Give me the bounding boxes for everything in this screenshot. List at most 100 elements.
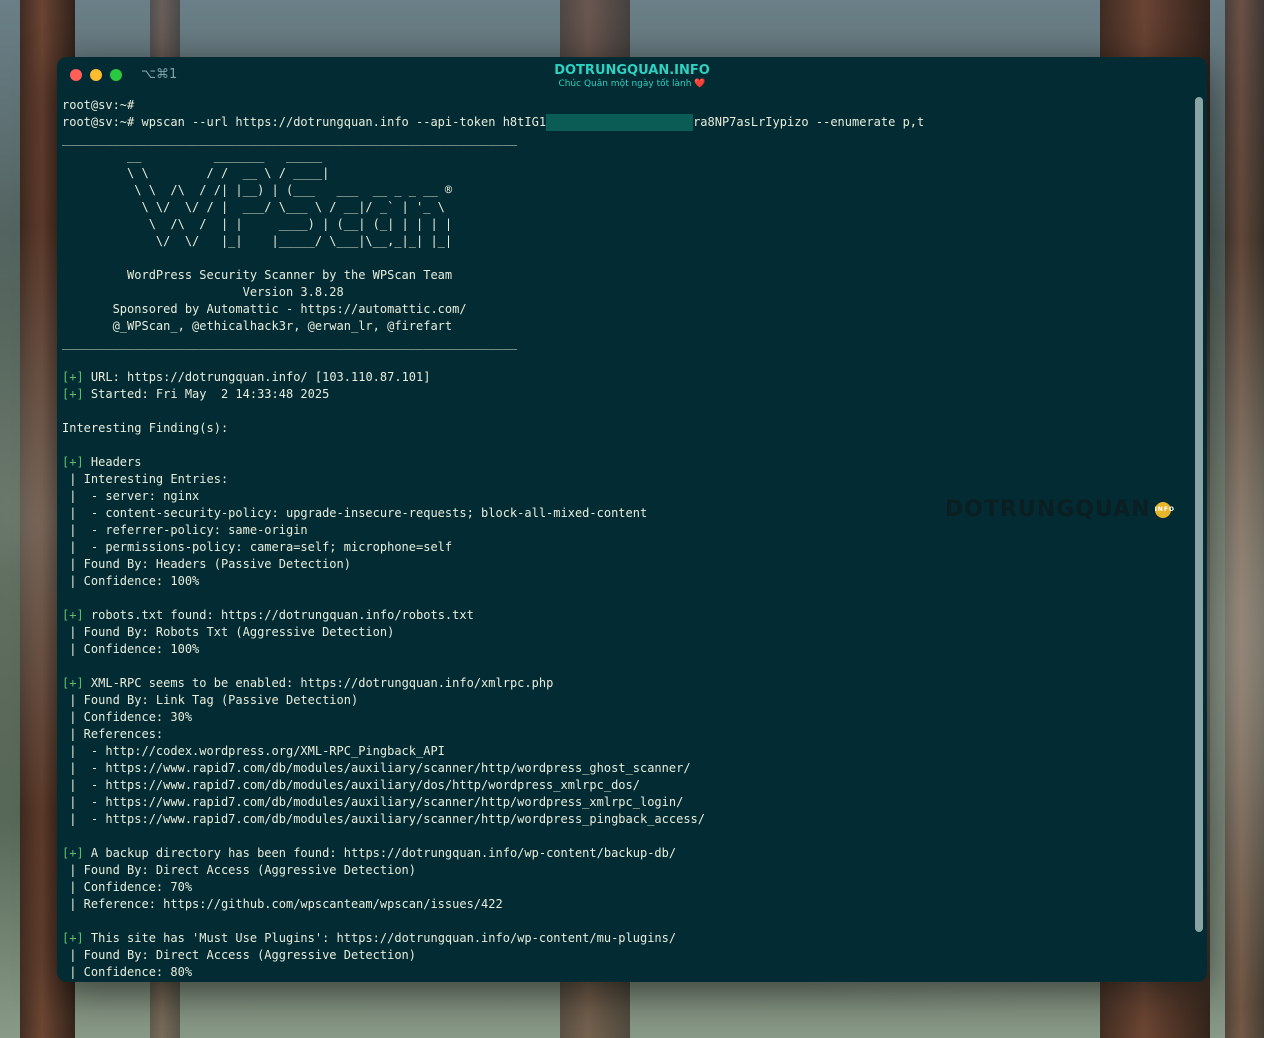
window-title: DOTRUNGQUAN.INFO — [554, 63, 710, 78]
scrollbar-thumb[interactable] — [1195, 97, 1203, 932]
terminal-line-text: Version 3.8.28 — [62, 285, 344, 299]
terminal-line: Interesting Finding(s): — [62, 420, 1187, 437]
terminal-line: \/ \/ |_| |_____/ \___|\__,_|_| |_| — [62, 233, 1187, 250]
finding-prefix: [+] — [62, 370, 84, 384]
terminal-line: | References: — [62, 726, 1187, 743]
terminal-line: ________________________________________… — [62, 131, 1187, 148]
terminal-line: | - referrer-policy: same-origin — [62, 522, 1187, 539]
terminal-line-text: | Confidence: 100% — [62, 642, 200, 656]
terminal-line: Version 3.8.28 — [62, 284, 1187, 301]
finding-prefix: [+] — [62, 608, 84, 622]
terminal-line-text: | Confidence: 70% — [62, 880, 193, 894]
terminal-line: | Confidence: 70% — [62, 879, 1187, 896]
terminal-line: ________________________________________… — [62, 335, 1187, 352]
terminal-line-text: ________________________________________… — [62, 336, 518, 350]
terminal-output[interactable]: root@sv:~# root@sv:~# wpscan --url https:… — [62, 97, 1187, 982]
terminal-line-text: robots.txt found: https://dotrungquan.in… — [83, 608, 474, 622]
terminal-line: | Found By: Link Tag (Passive Detection) — [62, 692, 1187, 709]
terminal-line-text: XML-RPC seems to be enabled: https://dot… — [83, 676, 554, 690]
terminal-line: | - permissions-policy: camera=self; mic… — [62, 539, 1187, 556]
terminal-line-text: Started: Fri May 2 14:33:48 2025 — [83, 387, 330, 401]
finding-prefix: [+] — [62, 455, 84, 469]
terminal-line: | - https://www.rapid7.com/db/modules/au… — [62, 777, 1187, 794]
title-bar[interactable]: ⌥⌘1 DOTRUNGQUAN.INFO Chúc Quân một ngày … — [57, 57, 1207, 97]
terminal-line: | Reference: https://github.com/wpscante… — [62, 896, 1187, 913]
terminal-line-text: | Confidence: 100% — [62, 574, 200, 588]
terminal-line-text: WordPress Security Scanner by the WPScan… — [62, 268, 453, 282]
terminal-line: root@sv:~# wpscan --url https://dotrungq… — [62, 114, 1187, 131]
terminal-line: | - https://www.rapid7.com/db/modules/au… — [62, 811, 1187, 828]
terminal-line: [+] Started: Fri May 2 14:33:48 2025 — [62, 386, 1187, 403]
terminal-line-text: | Found By: Direct Access (Aggressive De… — [62, 863, 417, 877]
terminal-line-text: | Confidence: 30% — [62, 710, 193, 724]
terminal-line: | - http://codex.wordpress.org/XML-RPC_P… — [62, 743, 1187, 760]
terminal-line-text: | Found By: Robots Txt (Aggressive Detec… — [62, 625, 395, 639]
window-subtitle: Chúc Quân một ngày tốt lành ❤️ — [57, 79, 1207, 89]
terminal-line: | Found By: Robots Txt (Aggressive Detec… — [62, 624, 1187, 641]
terminal-line-text: | - permissions-policy: camera=self; mic… — [62, 540, 453, 554]
terminal-line-text: | - https://www.rapid7.com/db/modules/au… — [62, 795, 684, 809]
terminal-line-text: @_WPScan_, @ethicalhack3r, @erwan_lr, @f… — [62, 319, 453, 333]
terminal-line: \ \ / / __ \ / ____| — [62, 165, 1187, 182]
terminal-line: [+] A backup directory has been found: h… — [62, 845, 1187, 862]
terminal-line-text: Headers — [83, 455, 142, 469]
terminal-line: \ /\ / | | ____) | (__| (_| | | | | — [62, 216, 1187, 233]
terminal-line-text: root@sv:~# — [62, 98, 135, 112]
terminal-line-text: | - server: nginx — [62, 489, 200, 503]
terminal-line: | Confidence: 30% — [62, 709, 1187, 726]
terminal-line-text: | - http://codex.wordpress.org/XML-RPC_P… — [62, 744, 445, 758]
terminal-line: [+] This site has 'Must Use Plugins': ht… — [62, 930, 1187, 947]
terminal-line-text: | Found By: Link Tag (Passive Detection) — [62, 693, 359, 707]
terminal-line: __ _______ _____ — [62, 148, 1187, 165]
terminal-line-text: Sponsored by Automattic - https://automa… — [62, 302, 467, 316]
vertical-scrollbar[interactable] — [1195, 97, 1203, 972]
terminal-line-text: \ \/ \/ / | ___/ \___ \ / __|/ _` | '_ \ — [62, 200, 445, 214]
terminal-line-text: \/ \/ |_| |_____/ \___|\__,_|_| |_| — [62, 234, 453, 248]
terminal-line-text: URL: https://dotrungquan.info/ [103.110.… — [83, 370, 431, 384]
terminal-line: \ \ /\ / /| |__) | (___ ___ __ _ _ __ ® — [62, 182, 1187, 199]
terminal-line: | Found By: Direct Access (Aggressive De… — [62, 947, 1187, 964]
terminal-line: @_WPScan_, @ethicalhack3r, @erwan_lr, @f… — [62, 318, 1187, 335]
watermark-text: DOTRUNGQUAN — [945, 497, 1151, 522]
terminal-line: WordPress Security Scanner by the WPScan… — [62, 267, 1187, 284]
terminal-line: [+] robots.txt found: https://dotrungqua… — [62, 607, 1187, 624]
redacted-token-mask — [546, 114, 694, 131]
terminal-line: | Confidence: 80% — [62, 964, 1187, 981]
terminal-line: | Confidence: 100% — [62, 641, 1187, 658]
terminal-line: [+] XML-RPC seems to be enabled: https:/… — [62, 675, 1187, 692]
finding-prefix: [+] — [62, 387, 84, 401]
terminal-line: root@sv:~# — [62, 97, 1187, 114]
terminal-line-text: \ \ / / __ \ / ____| — [62, 166, 330, 180]
terminal-line-text: | - https://www.rapid7.com/db/modules/au… — [62, 778, 640, 792]
terminal-line: [+] Headers — [62, 454, 1187, 471]
terminal-line-text: | Found By: Headers (Passive Detection) — [62, 557, 351, 571]
terminal-line-text: | - referrer-policy: same-origin — [62, 523, 308, 537]
terminal-line-text: | Interesting Entries: — [62, 472, 229, 486]
terminal-line-text: | Found By: Direct Access (Aggressive De… — [62, 948, 417, 962]
terminal-line-text: | - https://www.rapid7.com/db/modules/au… — [62, 761, 691, 775]
window-subtitle-text: Chúc Quân một ngày tốt lành — [558, 79, 692, 89]
watermark-badge: INFO — [1154, 502, 1174, 518]
finding-prefix: [+] — [62, 846, 84, 860]
terminal-line-text: ________________________________________… — [62, 132, 518, 146]
finding-prefix: [+] — [62, 676, 84, 690]
terminal-line-text: This site has 'Must Use Plugins': https:… — [83, 931, 677, 945]
terminal-line-text: Interesting Finding(s): — [62, 421, 229, 435]
terminal-line: | Found By: Direct Access (Aggressive De… — [62, 862, 1187, 879]
watermark-logo: DOTRUNGQUAN INFO — [945, 497, 1174, 522]
terminal-line-text: A backup directory has been found: https… — [83, 846, 677, 860]
terminal-line: | Found By: Headers (Passive Detection) — [62, 556, 1187, 573]
terminal-line: Sponsored by Automattic - https://automa… — [62, 301, 1187, 318]
terminal-line-text: ra8NP7asLrIypizo --enumerate p,t — [693, 115, 925, 129]
terminal-line: | Confidence: 100% — [62, 573, 1187, 590]
terminal-line-text: | References: — [62, 727, 164, 741]
terminal-line-text: | Confidence: 80% — [62, 965, 193, 979]
terminal-line: | - https://www.rapid7.com/db/modules/au… — [62, 760, 1187, 777]
